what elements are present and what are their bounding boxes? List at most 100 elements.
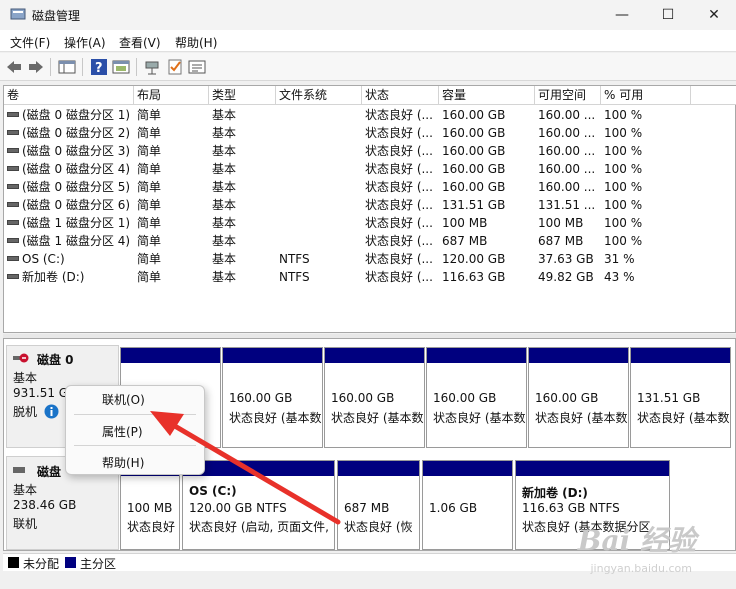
- cell-capacity: 687 MB: [442, 234, 488, 248]
- table-row[interactable]: (磁盘 0 磁盘分区 3) 简单 基本 状态良好 (... 160.00 GB 160.0…: [4, 142, 736, 160]
- disk-0-partition[interactable]: 160.00 GB 状态良好 (基本数: [426, 347, 527, 448]
- cell-type: 基本: [212, 180, 237, 194]
- cell-volume: 新加卷 (D:): [7, 268, 84, 286]
- legend-unallocated: 未分配: [23, 557, 60, 571]
- legend-swatch-primary: [65, 557, 76, 568]
- cell-status: 状态良好 (...: [365, 108, 433, 122]
- menu-help[interactable]: 帮助(H): [175, 34, 217, 51]
- connect-icon[interactable]: [144, 58, 162, 76]
- cell-volume: (磁盘 0 磁盘分区 1): [7, 106, 130, 124]
- cell-type: 基本: [212, 198, 237, 212]
- disk-0-partition[interactable]: 131.51 GB 状态良好 (基本数: [630, 347, 731, 448]
- menu-view[interactable]: 查看(V): [119, 34, 161, 51]
- cell-free-space: 100 MB: [538, 216, 584, 230]
- cell-layout: 简单: [137, 180, 162, 194]
- cell-status: 状态良好 (...: [365, 144, 433, 158]
- column-header-status[interactable]: 状态: [362, 86, 439, 105]
- table-row[interactable]: 新加卷 (D:) 简单 基本 NTFS 状态良好 (... 116.63 GB 49.82 …: [4, 268, 736, 286]
- disk-0-partition[interactable]: 160.00 GB 状态良好 (基本数: [324, 347, 425, 448]
- cell-layout: 简单: [137, 216, 162, 230]
- cell-volume: (磁盘 0 磁盘分区 2): [7, 124, 130, 142]
- disk-management-icon: [10, 8, 26, 20]
- console-tree-icon[interactable]: [58, 58, 76, 76]
- help-icon[interactable]: ?: [90, 58, 108, 76]
- toolbar-separator: [82, 58, 83, 76]
- cell-capacity: 116.63 GB: [442, 270, 506, 284]
- close-button[interactable]: ✕: [691, 0, 736, 30]
- cell-filesystem: NTFS: [279, 270, 310, 284]
- cell-volume: (磁盘 0 磁盘分区 4): [7, 160, 130, 178]
- back-icon[interactable]: [5, 58, 23, 76]
- disk-0-partition[interactable]: 160.00 GB 状态良好 (基本数: [528, 347, 629, 448]
- column-header-volume[interactable]: 卷: [4, 86, 134, 105]
- column-header-free-space[interactable]: 可用空间: [535, 86, 601, 105]
- disk-1-partition-c[interactable]: OS (C:) 120.00 GB NTFS 状态良好 (启动, 页面文件,: [182, 460, 335, 550]
- cell-layout: 简单: [137, 126, 162, 140]
- cell-type: 基本: [212, 216, 237, 230]
- cell-percent-free: 100 %: [604, 144, 643, 158]
- properties-icon[interactable]: [112, 58, 130, 76]
- column-header-filesystem[interactable]: 文件系统: [276, 86, 362, 105]
- disk-0-partition[interactable]: 160.00 GB 状态良好 (基本数: [222, 347, 323, 448]
- table-row[interactable]: (磁盘 1 磁盘分区 4) 简单 基本 状态良好 (... 687 MB 687 MB 10…: [4, 232, 736, 250]
- cell-capacity: 160.00 GB: [442, 162, 506, 176]
- cell-layout: 简单: [137, 162, 162, 176]
- volume-icon: [7, 238, 19, 243]
- column-header-capacity[interactable]: 容量: [439, 86, 535, 105]
- context-menu-online[interactable]: 联机(O): [102, 391, 145, 408]
- table-row[interactable]: OS (C:) 简单 基本 NTFS 状态良好 (... 120.00 GB 37.63 G…: [4, 250, 736, 268]
- cell-type: 基本: [212, 252, 237, 266]
- cell-percent-free: 43 %: [604, 270, 635, 284]
- cell-percent-free: 100 %: [604, 108, 643, 122]
- disk-1-status: 联机: [13, 517, 38, 531]
- context-menu-properties[interactable]: 属性(P): [102, 423, 143, 440]
- volume-icon: [7, 274, 19, 279]
- list-icon[interactable]: [188, 58, 206, 76]
- cell-free-space: 131.51 ...: [538, 198, 596, 212]
- table-row[interactable]: (磁盘 0 磁盘分区 5) 简单 基本 状态良好 (... 160.00 GB 160.0…: [4, 178, 736, 196]
- cell-volume: (磁盘 0 磁盘分区 5): [7, 178, 130, 196]
- info-icon[interactable]: [44, 404, 59, 419]
- toolbar: ?: [0, 53, 736, 81]
- window-title: 磁盘管理: [32, 9, 81, 23]
- volume-icon: [7, 184, 19, 189]
- maximize-button[interactable]: ☐: [645, 0, 691, 30]
- table-row[interactable]: (磁盘 0 磁盘分区 6) 简单 基本 状态良好 (... 131.51 GB 131.5…: [4, 196, 736, 214]
- table-row[interactable]: (磁盘 0 磁盘分区 1) 简单 基本 状态良好 (... 160.00 GB 160.0…: [4, 106, 736, 124]
- disk-1-partition[interactable]: 687 MB 状态良好 (恢: [337, 460, 420, 550]
- title-bar: 磁盘管理 — ☐ ✕: [0, 0, 736, 30]
- table-row[interactable]: (磁盘 0 磁盘分区 4) 简单 基本 状态良好 (... 160.00 GB 160.0…: [4, 160, 736, 178]
- context-menu-help[interactable]: 帮助(H): [102, 454, 144, 471]
- disk-1-name: 磁盘: [37, 465, 62, 479]
- cell-percent-free: 100 %: [604, 234, 643, 248]
- cell-volume: (磁盘 1 磁盘分区 4): [7, 232, 130, 250]
- menu-file[interactable]: 文件(F): [10, 34, 50, 51]
- cell-layout: 简单: [137, 144, 162, 158]
- volume-icon: [7, 166, 19, 171]
- disk-1-partition[interactable]: 1.06 GB: [422, 460, 513, 550]
- menu-action[interactable]: 操作(A): [64, 34, 106, 51]
- column-header-layout[interactable]: 布局: [134, 86, 209, 105]
- column-header-percent-free[interactable]: % 可用: [601, 86, 691, 105]
- check-icon[interactable]: [166, 58, 184, 76]
- cell-layout: 简单: [137, 252, 162, 266]
- table-row[interactable]: (磁盘 0 磁盘分区 2) 简单 基本 状态良好 (... 160.00 GB 160.0…: [4, 124, 736, 142]
- cell-percent-free: 100 %: [604, 126, 643, 140]
- cell-status: 状态良好 (...: [365, 180, 433, 194]
- cell-free-space: 160.00 ...: [538, 108, 596, 122]
- forward-icon[interactable]: [27, 58, 45, 76]
- volume-icon: [7, 220, 19, 225]
- table-row[interactable]: (磁盘 1 磁盘分区 1) 简单 基本 状态良好 (... 100 MB 100 MB 10…: [4, 214, 736, 232]
- cell-status: 状态良好 (...: [365, 270, 433, 284]
- cell-percent-free: 100 %: [604, 198, 643, 212]
- toolbar-separator: [136, 58, 137, 76]
- cell-capacity: 160.00 GB: [442, 108, 506, 122]
- volume-icon: [7, 202, 19, 207]
- column-header-type[interactable]: 类型: [209, 86, 276, 105]
- cell-status: 状态良好 (...: [365, 252, 433, 266]
- volume-icon: [7, 148, 19, 153]
- minimize-button[interactable]: —: [599, 0, 645, 30]
- menu-separator: [74, 445, 196, 446]
- cell-layout: 简单: [137, 198, 162, 212]
- disk-0-name: 磁盘 0: [37, 353, 74, 367]
